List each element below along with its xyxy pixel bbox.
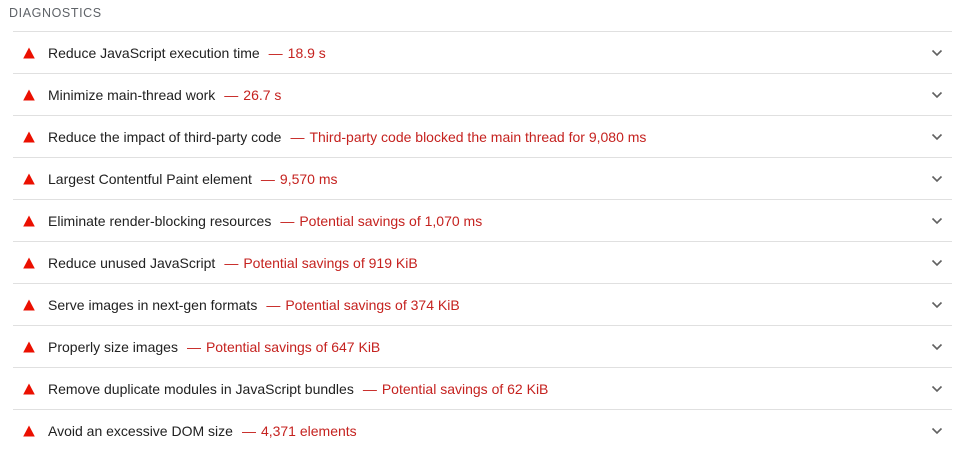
audit-title: Serve images in next-gen formats: [48, 296, 258, 313]
audit-separator: —: [186, 338, 201, 355]
audit-display-value: Potential savings of 374 KiB: [285, 296, 460, 313]
audit-title: Eliminate render-blocking resources: [48, 212, 272, 229]
audit-list: Reduce JavaScript execution time — 18.9 …: [13, 31, 952, 451]
warning-triangle-icon: [23, 341, 35, 353]
chevron-down-icon[interactable]: [930, 214, 944, 228]
audit-display-value: Potential savings of 647 KiB: [205, 338, 381, 355]
audit-separator: —: [260, 170, 275, 187]
audit-display-value: 26.7 s: [243, 86, 282, 103]
chevron-down-icon[interactable]: [930, 340, 944, 354]
warning-triangle-icon: [23, 173, 35, 185]
warning-triangle-icon: [23, 131, 35, 143]
audit-display-value: Potential savings of 62 KiB: [381, 380, 549, 397]
audit-separator: —: [280, 212, 295, 229]
audit-row-third-party-code[interactable]: Reduce the impact of third-party code — …: [13, 116, 952, 158]
audit-separator: —: [268, 44, 283, 61]
audit-display-value: 18.9 s: [287, 44, 326, 61]
chevron-down-icon[interactable]: [930, 298, 944, 312]
audit-separator: —: [241, 422, 256, 439]
warning-triangle-icon: [23, 257, 35, 269]
warning-triangle-icon: [23, 425, 35, 437]
audit-row-unused-javascript[interactable]: Reduce unused JavaScript — Potential sav…: [13, 242, 952, 284]
audit-separator: —: [362, 380, 377, 397]
audit-title: Reduce unused JavaScript: [48, 254, 216, 271]
audit-display-value: Potential savings of 1,070 ms: [299, 212, 483, 229]
audit-title: Avoid an excessive DOM size: [48, 422, 233, 439]
chevron-down-icon[interactable]: [930, 256, 944, 270]
audit-title: Properly size images: [48, 338, 178, 355]
audit-row-duplicate-modules[interactable]: Remove duplicate modules in JavaScript b…: [13, 368, 952, 410]
audit-title: Largest Contentful Paint element: [48, 170, 252, 187]
warning-triangle-icon: [23, 89, 35, 101]
audit-display-value: Potential savings of 919 KiB: [243, 254, 418, 271]
audit-row-js-execution-time[interactable]: Reduce JavaScript execution time — 18.9 …: [13, 32, 952, 74]
audit-separator: —: [266, 296, 281, 313]
audit-row-lcp-element[interactable]: Largest Contentful Paint element — 9,570…: [13, 158, 952, 200]
audit-row-render-blocking[interactable]: Eliminate render-blocking resources — Po…: [13, 200, 952, 242]
chevron-down-icon[interactable]: [930, 88, 944, 102]
chevron-down-icon[interactable]: [930, 424, 944, 438]
audit-title: Remove duplicate modules in JavaScript b…: [48, 380, 354, 397]
audit-display-value: 4,371 elements: [260, 422, 357, 439]
warning-triangle-icon: [23, 383, 35, 395]
audit-row-main-thread-work[interactable]: Minimize main-thread work — 26.7 s: [13, 74, 952, 116]
audit-display-value: Third-party code blocked the main thread…: [309, 128, 647, 145]
warning-triangle-icon: [23, 215, 35, 227]
audit-row-next-gen-formats[interactable]: Serve images in next-gen formats — Poten…: [13, 284, 952, 326]
audit-title: Reduce the impact of third-party code: [48, 128, 282, 145]
chevron-down-icon[interactable]: [930, 382, 944, 396]
warning-triangle-icon: [23, 299, 35, 311]
audit-title: Minimize main-thread work: [48, 86, 216, 103]
diagnostics-heading: DIAGNOSTICS: [9, 6, 102, 20]
warning-triangle-icon: [23, 47, 35, 59]
audit-separator: —: [224, 86, 239, 103]
audit-title: Reduce JavaScript execution time: [48, 44, 260, 61]
audit-separator: —: [290, 128, 305, 145]
chevron-down-icon[interactable]: [930, 130, 944, 144]
audit-display-value: 9,570 ms: [279, 170, 338, 187]
audit-row-dom-size[interactable]: Avoid an excessive DOM size — 4,371 elem…: [13, 410, 952, 451]
audit-separator: —: [224, 254, 239, 271]
chevron-down-icon[interactable]: [930, 46, 944, 60]
audit-row-properly-size-images[interactable]: Properly size images — Potential savings…: [13, 326, 952, 368]
chevron-down-icon[interactable]: [930, 172, 944, 186]
